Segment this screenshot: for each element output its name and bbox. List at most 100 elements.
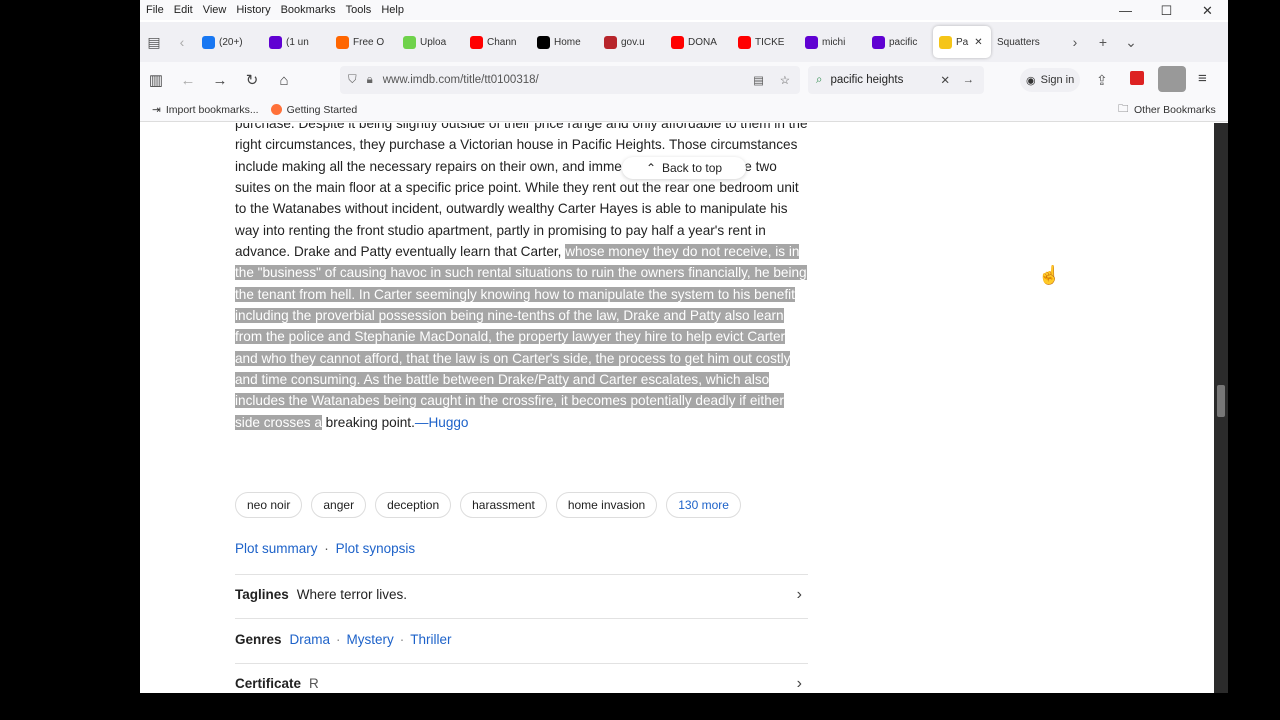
divider xyxy=(235,618,808,619)
taglines-row[interactable]: Taglines Where terror lives. › xyxy=(235,586,808,604)
maximize-button[interactable]: ☐ xyxy=(1146,0,1187,22)
tab-label: DONA xyxy=(688,36,717,48)
search-input[interactable]: pacific heights xyxy=(830,74,903,86)
certificate-value: R xyxy=(309,676,319,691)
url-bar[interactable]: ⛉ 🔒︎ www.imdb.com/title/tt0100318/ ▤ ☆ xyxy=(340,66,800,94)
menu-help[interactable]: Help xyxy=(381,4,404,16)
tab-0[interactable]: (20+) xyxy=(196,26,263,58)
back-to-top-button[interactable]: ⌃ Back to top xyxy=(622,157,746,179)
tab-list-dropdown-icon[interactable]: ⌄ xyxy=(1117,34,1145,51)
tab-4[interactable]: Chann xyxy=(464,26,531,58)
reader-view-icon[interactable]: ▤ xyxy=(753,73,764,87)
separator-dot: · xyxy=(324,541,329,556)
shield-icon[interactable]: ⛉ xyxy=(348,74,357,87)
menu-edit[interactable]: Edit xyxy=(174,4,193,16)
other-bookmarks-link[interactable]: Other Bookmarks xyxy=(1134,104,1216,116)
navigation-bar: ▥ ← → ↻ ⌂ ⛉ 🔒︎ www.imdb.com/title/tt0100… xyxy=(140,62,1228,98)
tab-2[interactable]: Free O xyxy=(330,26,397,58)
sign-in-button[interactable]: ◉ Sign in xyxy=(1020,68,1081,92)
chevron-up-icon: ⌃ xyxy=(645,161,656,175)
tab-label: Chann xyxy=(487,36,517,48)
menu-file[interactable]: File xyxy=(146,4,164,16)
tab-label: Uploa xyxy=(420,36,447,48)
menu-tools[interactable]: Tools xyxy=(346,4,372,16)
plot-text-normal: them in the right circumstances, they pu… xyxy=(235,123,808,260)
extensions-icon[interactable]: ⇪ xyxy=(1096,72,1108,89)
tab-1[interactable]: (1 un xyxy=(263,26,330,58)
plot-summary-link[interactable]: Plot summary xyxy=(235,541,318,556)
tab-favicon-icon xyxy=(939,35,952,49)
keyword-chip[interactable]: anger xyxy=(311,492,367,518)
tab-overview-icon[interactable]: ▤ xyxy=(140,34,168,51)
keyword-chip[interactable]: home invasion xyxy=(555,492,658,518)
extension-red-icon[interactable] xyxy=(1130,71,1144,85)
genre-link-mystery[interactable]: Mystery xyxy=(347,632,394,647)
more-keywords-chip[interactable]: 130 more xyxy=(666,492,741,518)
hand-cursor-icon: ☝ xyxy=(1038,265,1061,285)
genre-link-thriller[interactable]: Thriller xyxy=(410,632,451,647)
menu-view[interactable]: View xyxy=(203,4,227,16)
author-link[interactable]: —Huggo xyxy=(415,415,469,430)
chevron-right-icon[interactable]: › xyxy=(797,675,802,693)
tab-favicon-icon xyxy=(671,35,684,49)
app-menu-icon[interactable]: ≡ xyxy=(1198,70,1207,87)
page-content: purchase. Despite it being slightly outs… xyxy=(140,123,1214,693)
tab-favicon-icon xyxy=(604,35,617,49)
bookmark-star-icon[interactable]: ☆ xyxy=(780,73,790,87)
separator-dot: · xyxy=(336,632,341,647)
close-tab-icon[interactable]: ✕ xyxy=(974,37,982,48)
folder-icon: 🗀 xyxy=(1118,102,1129,115)
bookmarks-bar: ⇥ Import bookmarks... Getting Started 🗀 … xyxy=(140,98,1228,122)
tab-12[interactable]: Squatters xyxy=(991,26,1061,58)
home-button-icon[interactable]: ⌂ xyxy=(268,72,300,89)
tab-11[interactable]: Pa ✕ xyxy=(933,26,991,58)
new-tab-icon[interactable]: + xyxy=(1089,34,1117,50)
keyword-chip[interactable]: deception xyxy=(375,492,452,518)
tab-label: (1 un xyxy=(286,36,309,48)
tab-list: (20+) (1 un Free O Uploa Chann Home gov.u DONA T… xyxy=(196,26,1061,58)
tab-10[interactable]: pacific xyxy=(866,26,933,58)
clear-search-icon[interactable]: ✕ xyxy=(940,73,950,87)
scrollbar[interactable] xyxy=(1214,123,1228,693)
tab-bar: ▤ ‹ (20+) (1 un Free O Uploa Chann Home gov.u D… xyxy=(140,22,1228,62)
keyword-chip[interactable]: harassment xyxy=(460,492,547,518)
tab-6[interactable]: gov.u xyxy=(598,26,665,58)
separator-dot: · xyxy=(399,632,405,647)
search-box[interactable]: ⌕ pacific heights ✕ → xyxy=(808,66,984,94)
tab-favicon-icon xyxy=(738,35,751,49)
sidebar-toggle-icon[interactable]: ▥ xyxy=(140,71,172,89)
reload-button-icon[interactable]: ↻ xyxy=(236,71,268,89)
tab-7[interactable]: DONA xyxy=(665,26,732,58)
menu-history[interactable]: History xyxy=(236,4,270,16)
import-bookmarks-icon: ⇥ xyxy=(152,103,161,116)
import-bookmarks-link[interactable]: Import bookmarks... xyxy=(166,104,259,116)
close-window-button[interactable]: ✕ xyxy=(1187,0,1228,22)
certificate-row[interactable]: Certificate R › xyxy=(235,675,808,693)
tab-scroll-left-icon[interactable]: ‹ xyxy=(168,34,196,50)
lock-icon[interactable]: 🔒︎ xyxy=(367,74,373,87)
plot-text-selected: whose money they do not receive, is in t… xyxy=(235,244,807,430)
minimize-button[interactable]: — xyxy=(1105,0,1146,22)
scrollbar-thumb[interactable] xyxy=(1217,385,1225,417)
tab-favicon-icon xyxy=(537,35,550,49)
tab-favicon-icon xyxy=(269,35,282,49)
getting-started-link[interactable]: Getting Started xyxy=(287,104,358,116)
divider xyxy=(235,574,808,575)
tab-scroll-right-icon[interactable]: › xyxy=(1061,34,1089,50)
genre-link-drama[interactable]: Drama xyxy=(290,632,331,647)
forward-button-icon[interactable]: → xyxy=(204,72,236,89)
menu-bookmarks[interactable]: Bookmarks xyxy=(281,4,336,16)
divider xyxy=(235,663,808,664)
tab-5[interactable]: Home xyxy=(531,26,598,58)
tab-label: Squatters xyxy=(997,36,1040,48)
tab-3[interactable]: Uploa xyxy=(397,26,464,58)
url-text[interactable]: www.imdb.com/title/tt0100318/ xyxy=(383,74,539,86)
extension-active-icon[interactable] xyxy=(1158,66,1186,92)
back-button-icon[interactable]: ← xyxy=(172,72,204,89)
plot-synopsis-link[interactable]: Plot synopsis xyxy=(336,541,416,556)
tab-9[interactable]: michi xyxy=(799,26,866,58)
tab-8[interactable]: TICKE xyxy=(732,26,799,58)
search-go-icon[interactable]: → xyxy=(963,74,975,86)
keyword-chip[interactable]: neo noir xyxy=(235,492,303,518)
chevron-right-icon[interactable]: › xyxy=(797,586,802,604)
